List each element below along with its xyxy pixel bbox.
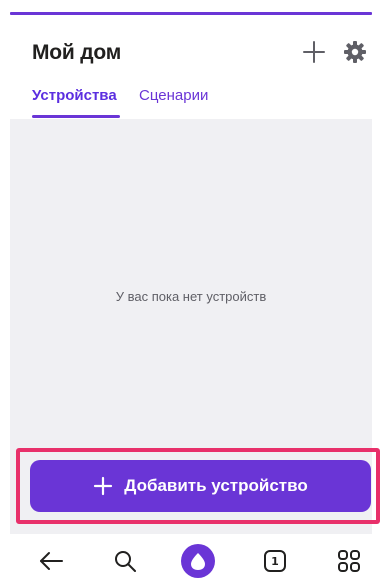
tabs-count: 1 <box>271 554 279 568</box>
bottom-navigation: 1 <box>0 534 384 587</box>
search-icon <box>115 551 136 572</box>
back-arrow-icon <box>40 552 63 570</box>
plus-icon <box>94 476 113 496</box>
tab-scenarios[interactable]: Сценарии <box>139 87 208 104</box>
tabs-button[interactable]: 1 <box>260 546 290 576</box>
settings-button[interactable] <box>343 40 367 64</box>
alice-icon <box>181 544 215 578</box>
active-tab-indicator <box>32 115 120 118</box>
apps-button[interactable] <box>334 546 364 576</box>
back-button[interactable] <box>36 546 66 576</box>
add-device-button[interactable]: Добавить устройство <box>30 460 371 512</box>
gear-icon <box>344 41 366 63</box>
alice-button[interactable] <box>181 544 215 578</box>
empty-state-message: У вас пока нет устройств <box>115 289 267 304</box>
add-device-label: Добавить устройство <box>124 476 308 495</box>
tabs-icon: 1 <box>264 550 286 572</box>
apps-grid-icon <box>338 550 360 572</box>
add-button[interactable] <box>301 39 327 65</box>
page-title: Мой дом <box>32 41 122 64</box>
search-button[interactable] <box>110 546 140 576</box>
tab-devices[interactable]: Устройства <box>32 87 117 104</box>
header: Мой дом Устройства Сценарии <box>0 15 384 119</box>
plus-icon <box>303 41 325 63</box>
